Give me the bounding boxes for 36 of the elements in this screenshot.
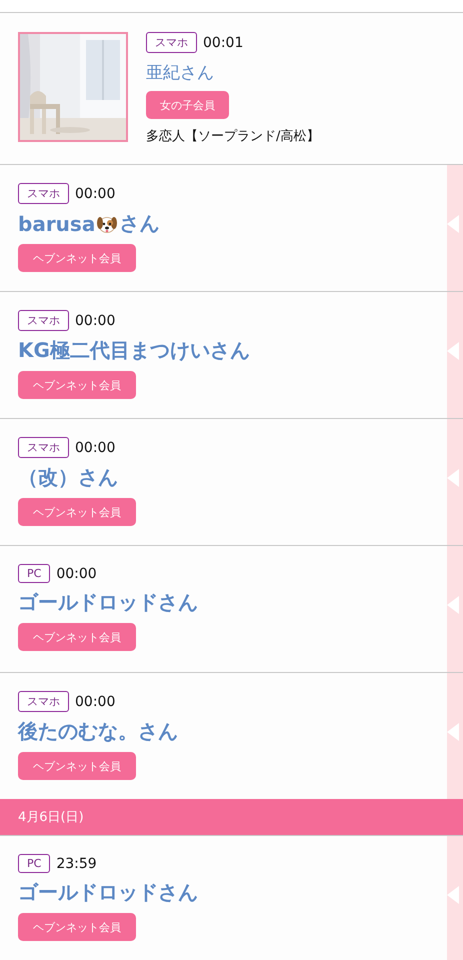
member-badge[interactable]: 女の子会員 <box>146 91 229 119</box>
user-name-link[interactable]: 後たのむな。さん <box>18 718 178 745</box>
pointer-notch-icon <box>447 596 459 614</box>
user-name-link[interactable]: barusa さん <box>18 210 160 237</box>
pointer-notch-icon <box>447 469 459 487</box>
device-tag: スマホ <box>18 691 69 712</box>
member-badge[interactable]: ヘブンネット会員 <box>18 913 136 941</box>
device-tag: スマホ <box>18 437 69 458</box>
pointer-notch-icon <box>447 723 459 741</box>
user-name-link[interactable]: ゴールドロッドさん <box>18 879 198 906</box>
member-badge[interactable]: ヘブンネット会員 <box>18 752 136 780</box>
post-time: 00:00 <box>56 566 97 582</box>
post-time: 00:00 <box>75 440 116 456</box>
pointer-notch-icon <box>447 886 459 904</box>
device-tag: PC <box>18 854 50 873</box>
member-badge[interactable]: ヘブンネット会員 <box>18 498 136 526</box>
post-time: 00:01 <box>203 34 244 50</box>
date-header: 4月6日(日) <box>0 799 463 835</box>
device-tag: スマホ <box>18 183 69 204</box>
pointer-notch-icon <box>447 215 459 233</box>
device-tag: PC <box>18 564 50 583</box>
user-name-link[interactable]: 亜紀さん <box>146 61 214 84</box>
post-time: 00:00 <box>75 186 116 202</box>
member-badge[interactable]: ヘブンネット会員 <box>18 244 136 272</box>
device-tag: スマホ <box>18 310 69 331</box>
pointer-notch-icon <box>447 342 459 360</box>
user-name-link[interactable]: ゴールドロッドさん <box>18 589 198 616</box>
post-time: 00:00 <box>75 312 116 328</box>
user-name-link[interactable]: KG極二代目まつけいさん <box>18 337 250 364</box>
device-tag: スマホ <box>146 32 197 53</box>
post-time: 00:00 <box>75 694 116 710</box>
post-time: 23:59 <box>56 856 97 872</box>
user-name-link[interactable]: （改）さん <box>18 464 118 491</box>
member-badge[interactable]: ヘブンネット会員 <box>18 623 136 651</box>
shop-name: 多恋人【ソープランド/高松】 <box>146 128 320 145</box>
member-badge[interactable]: ヘブンネット会員 <box>18 371 136 399</box>
